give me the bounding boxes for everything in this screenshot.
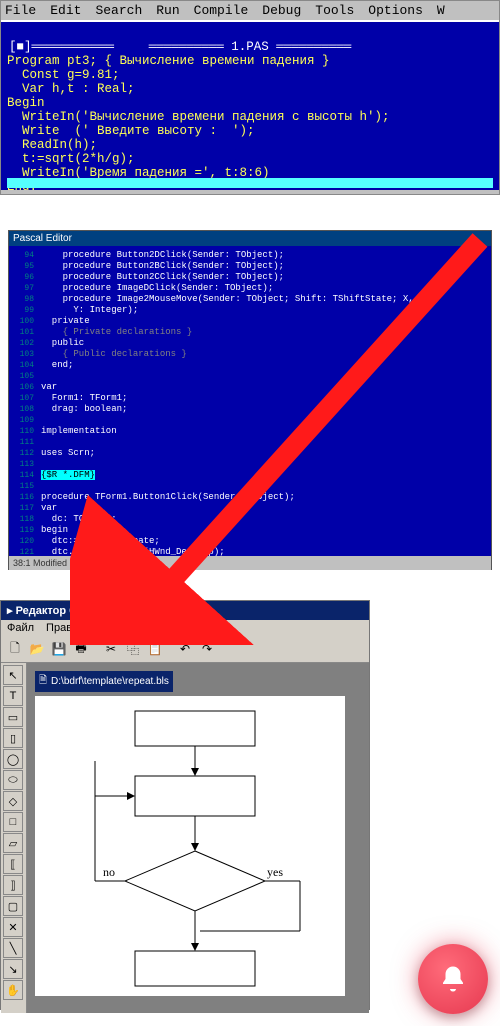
tb-redo-icon[interactable]: ↷ bbox=[197, 639, 217, 659]
pe-titlebar: Pascal Editor bbox=[9, 231, 491, 246]
tb-open-icon[interactable]: 📂 bbox=[27, 639, 47, 659]
document-icon: 🗎 bbox=[39, 673, 47, 690]
tp-code-line: Const g=9.81; bbox=[7, 68, 120, 82]
pal-bracket-r-icon[interactable]: ⟧ bbox=[3, 875, 23, 895]
fc-menubar: Файл Правка Вид Окна ? bbox=[1, 620, 369, 636]
tp-menubar: File Edit Search Run Compile Debug Tools… bbox=[1, 1, 499, 20]
flow-label-yes: yes bbox=[267, 865, 283, 879]
pal-ellipse-icon[interactable]: ⬭ bbox=[3, 770, 23, 790]
pal-square-icon[interactable]: □ bbox=[3, 812, 23, 832]
tp-code-line: Var h,t : Real; bbox=[7, 82, 135, 96]
menu-tools[interactable]: Tools bbox=[315, 3, 354, 18]
fc-menu-windows[interactable]: Окна bbox=[127, 622, 153, 634]
menu-file[interactable]: File bbox=[5, 3, 36, 18]
tb-paste-icon[interactable]: 📋 bbox=[145, 639, 165, 659]
tp-code-line: t:=sqrt(2*h/g); bbox=[7, 152, 135, 166]
flow-process-1[interactable] bbox=[135, 711, 255, 746]
pascal-editor-window: Pascal Editor 94 95 96 97 98 99 100 101 … bbox=[8, 230, 492, 570]
notification-button[interactable] bbox=[418, 944, 488, 1014]
pe-statusbar: 38:1 Modified Insert bbox=[9, 556, 491, 570]
pal-text-icon[interactable]: T bbox=[3, 686, 23, 706]
tp-code-line: Write (' Введите высоту : '); bbox=[7, 124, 255, 138]
tp-editor-title: [■]═════════════════════ 1.PAS ═════════… bbox=[7, 40, 493, 54]
fc-shape-palette: ↖ T ▭ ▯ ◯ ⬭ ◇ □ ▱ ⟦ ⟧ ▢ ✕ ╲ ↘ ✋ bbox=[1, 663, 27, 1013]
fc-toolbar: 🗋 📂 💾 🖶 ✂ ⿻ 📋 ↶ ↷ bbox=[1, 636, 369, 663]
tb-undo-icon[interactable]: ↶ bbox=[175, 639, 195, 659]
tb-cut-icon[interactable]: ✂ bbox=[101, 639, 121, 659]
turbo-pascal-ide: File Edit Search Run Compile Debug Tools… bbox=[0, 0, 500, 195]
tp-scrollbar[interactable] bbox=[7, 178, 493, 188]
pal-hand-icon[interactable]: ✋ bbox=[3, 980, 23, 1000]
pal-oval-icon[interactable]: ◯ bbox=[3, 749, 23, 769]
fc-workspace: 🗎 D:\bdrf\template\repeat.bls bbox=[27, 663, 369, 1013]
pal-rect-icon[interactable]: ▯ bbox=[3, 728, 23, 748]
flowchart-editor-window: ▸ Редактор блок-схем Файл Правка Вид Окн… bbox=[0, 600, 370, 1010]
pal-pointer-icon[interactable]: ↖ bbox=[3, 665, 23, 685]
fc-menu-file[interactable]: Файл bbox=[7, 622, 34, 634]
pal-parallelogram-icon[interactable]: ▱ bbox=[3, 833, 23, 853]
menu-compile[interactable]: Compile bbox=[194, 3, 249, 18]
tb-save-icon[interactable]: 💾 bbox=[49, 639, 69, 659]
pal-connector-icon[interactable]: ↘ bbox=[3, 959, 23, 979]
tp-code-line: ReadIn(h); bbox=[7, 138, 97, 152]
menu-run[interactable]: Run bbox=[156, 3, 179, 18]
fc-menu-view[interactable]: Вид bbox=[95, 622, 115, 634]
fc-document-tab[interactable]: 🗎 D:\bdrf\template\repeat.bls bbox=[35, 671, 173, 692]
menu-search[interactable]: Search bbox=[95, 3, 142, 18]
pal-x-icon[interactable]: ✕ bbox=[3, 917, 23, 937]
menu-debug[interactable]: Debug bbox=[262, 3, 301, 18]
pe-gutter: 94 95 96 97 98 99 100 101 102 103 104 10… bbox=[9, 246, 37, 556]
menu-edit[interactable]: Edit bbox=[50, 3, 81, 18]
flow-label-no: no bbox=[103, 865, 115, 879]
pal-line-icon[interactable]: ╲ bbox=[3, 938, 23, 958]
tp-editor-area[interactable]: [■]═════════════════════ 1.PAS ═════════… bbox=[1, 20, 499, 190]
fc-canvas[interactable]: no yes bbox=[35, 696, 345, 996]
pal-rect-dash-icon[interactable]: ▢ bbox=[3, 896, 23, 916]
tp-code-line: WriteIn('Вычисление времени падения с вы… bbox=[7, 110, 390, 124]
menu-options[interactable]: Options bbox=[368, 3, 423, 18]
pe-code-text: procedure Button2DClick(Sender: TObject)… bbox=[37, 246, 491, 556]
tb-new-icon[interactable]: 🗋 bbox=[5, 639, 25, 659]
fc-menu-edit[interactable]: Правка bbox=[46, 622, 83, 634]
flow-process-2[interactable] bbox=[135, 776, 255, 816]
tp-code-line: Program pt3; { Вычисление времени падени… bbox=[7, 54, 330, 68]
fc-menu-help[interactable]: ? bbox=[165, 622, 171, 634]
flow-process-3[interactable] bbox=[135, 951, 255, 986]
pe-code-area[interactable]: 94 95 96 97 98 99 100 101 102 103 104 10… bbox=[9, 246, 491, 556]
menu-window[interactable]: W bbox=[437, 3, 445, 18]
fc-document-path: D:\bdrf\template\repeat.bls bbox=[51, 676, 169, 687]
flow-decision[interactable] bbox=[125, 851, 265, 911]
fc-titlebar: ▸ Редактор блок-схем bbox=[1, 601, 369, 620]
tp-code-line: Begin bbox=[7, 96, 45, 110]
pal-bracket-icon[interactable]: ⟦ bbox=[3, 854, 23, 874]
tb-copy-icon[interactable]: ⿻ bbox=[123, 639, 143, 659]
pal-diamond-icon[interactable]: ◇ bbox=[3, 791, 23, 811]
pal-rect-thin-icon[interactable]: ▭ bbox=[3, 707, 23, 727]
flowchart-svg: no yes bbox=[35, 696, 345, 996]
bell-icon bbox=[438, 964, 468, 994]
tb-print-icon[interactable]: 🖶 bbox=[71, 639, 91, 659]
